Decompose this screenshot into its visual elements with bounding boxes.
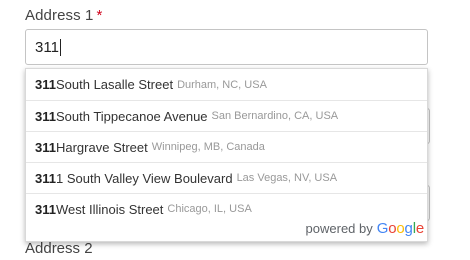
powered-by-text: powered by bbox=[305, 220, 373, 236]
google-logo: Google bbox=[376, 219, 424, 237]
powered-by-google: powered by Google bbox=[305, 218, 425, 238]
suggestion-main-text: South Lasalle Street bbox=[55, 77, 174, 92]
suggestion-main-text: Hargrave Street bbox=[55, 139, 148, 155]
address2-label: Address 2 bbox=[25, 240, 93, 257]
suggestion-main-text: 1 South Valley View Boulevard bbox=[55, 170, 233, 186]
address1-label-text: Address 1 bbox=[25, 7, 94, 24]
required-marker: * bbox=[96, 7, 103, 24]
suggestion-item[interactable]: 311 South Tippecanoe Avenue San Bernardin… bbox=[26, 100, 427, 131]
suggestion-match: 311 bbox=[35, 77, 56, 92]
suggestion-item[interactable]: 311 South Lasalle Street Durham, NC, USA bbox=[26, 69, 427, 100]
suggestion-secondary-text: Winnipeg, MB, Canada bbox=[151, 141, 265, 153]
suggestion-main-text: West Illinois Street bbox=[55, 201, 164, 217]
address1-input[interactable]: 311 bbox=[25, 29, 428, 65]
suggestion-item[interactable]: 311 1 South Valley View Boulevard Las Vega… bbox=[26, 162, 427, 193]
suggestion-match: 311 bbox=[35, 139, 56, 155]
suggestion-secondary-text: Las Vegas, NV, USA bbox=[236, 172, 338, 184]
address1-label: Address 1 * bbox=[25, 7, 102, 24]
suggestion-secondary-text: Durham, NC, USA bbox=[177, 78, 267, 91]
suggestion-match: 311 bbox=[35, 108, 56, 124]
suggestion-secondary-text: San Bernardino, CA, USA bbox=[211, 110, 339, 122]
suggestion-item[interactable]: 311 Hargrave Street Winnipeg, MB, Canada bbox=[26, 131, 427, 162]
suggestion-match: 311 bbox=[35, 170, 56, 186]
suggestion-main-text: South Tippecanoe Avenue bbox=[55, 108, 208, 124]
address-form: Address 1 * 311 Address 2 311 South Lasal… bbox=[0, 0, 470, 260]
autocomplete-dropdown: 311 South Lasalle Street Durham, NC, USA … bbox=[25, 68, 428, 242]
text-caret bbox=[59, 38, 61, 56]
suggestion-secondary-text: Chicago, IL, USA bbox=[167, 203, 252, 215]
suggestion-match: 311 bbox=[35, 201, 56, 217]
address1-input-value: 311 bbox=[35, 38, 59, 56]
